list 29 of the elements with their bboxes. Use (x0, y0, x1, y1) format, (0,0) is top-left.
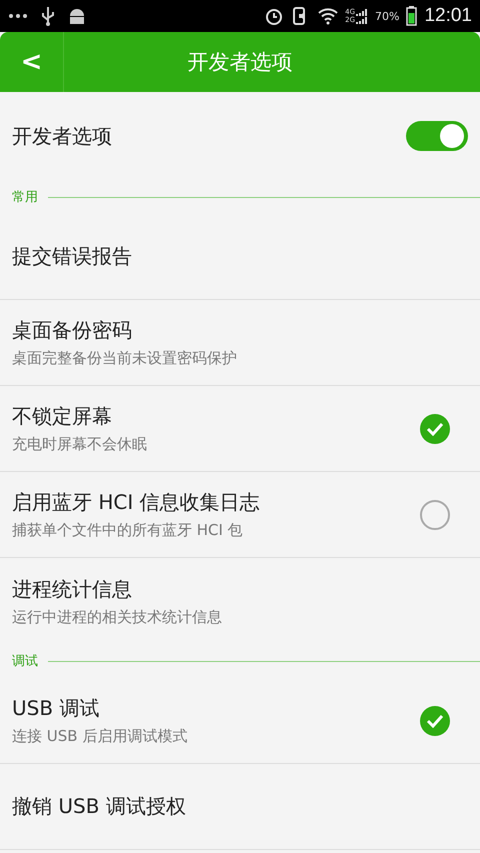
check-icon (426, 714, 444, 728)
checkbox[interactable] (420, 414, 450, 444)
setting-summary: 充电时屏幕不会休眠 (12, 435, 147, 454)
usb-icon (40, 6, 56, 26)
page-title: 开发者选项 (186, 49, 294, 76)
setting-title[interactable]: 桌面备份密码 (12, 317, 237, 344)
setting-summary: 捕获单个文件中的所有蓝牙 HCI 包 (12, 521, 244, 540)
more-icon (8, 13, 28, 19)
setting-title: 开发者选项 (12, 122, 112, 150)
setting-summary: 运行中进程的相关技术统计信息 (12, 608, 222, 626)
setting-title[interactable]: 启用蓝牙 HCI 信息收集日志 (12, 489, 260, 516)
toggle-switch[interactable] (406, 121, 468, 151)
setting-summary: 连接 USB 后启用调试模式 (12, 727, 188, 746)
section-header: 调试 (12, 653, 38, 670)
setting-title[interactable]: USB 调试 (12, 695, 188, 722)
setting-title[interactable]: 提交错误报告 (12, 243, 132, 270)
alarm-icon (264, 6, 284, 26)
setting-summary: 桌面完整备份当前未设置密码保护 (12, 349, 237, 368)
setting-title[interactable]: 进程统计信息 (12, 576, 222, 602)
wifi-icon (318, 7, 338, 25)
section-header: 常用 (12, 189, 38, 206)
setting-title[interactable]: 不锁定屏幕 (12, 403, 147, 430)
checkbox[interactable] (420, 706, 450, 736)
setting-title[interactable]: 撤销 USB 调试授权 (12, 793, 186, 820)
battery-percent: 70% (375, 10, 400, 22)
clock: 12:01 (424, 5, 472, 27)
battery-icon (406, 6, 418, 26)
checkbox[interactable] (420, 500, 450, 530)
check-icon (426, 422, 444, 436)
